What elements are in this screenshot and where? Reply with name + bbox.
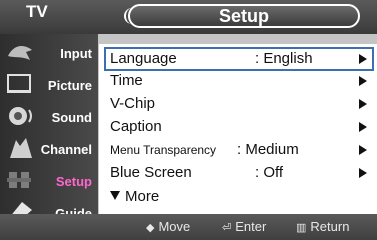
hint-enter-label: Enter xyxy=(235,219,267,234)
menu-item-value: : Medium xyxy=(237,141,299,158)
arrow-right-icon xyxy=(359,54,367,64)
arrow-right-icon xyxy=(359,145,367,155)
bottom-hint-bar: ◆ Move ⏎ Enter ▥ Return xyxy=(0,214,377,240)
arrow-down-icon xyxy=(110,191,120,200)
sound-icon xyxy=(6,104,34,128)
sidebar-item-setup[interactable]: Setup xyxy=(0,166,98,196)
more-label: More xyxy=(125,188,160,205)
menu-item-label: V-Chip xyxy=(110,95,156,112)
sidebar-item-label: Picture xyxy=(47,78,92,93)
menu-item-blue-screen[interactable]: Blue Screen : Off xyxy=(105,162,373,184)
more-item[interactable]: More xyxy=(110,188,159,205)
channel-icon xyxy=(6,136,34,160)
menu-item-label: Caption xyxy=(110,118,162,135)
arrow-right-icon xyxy=(359,76,367,86)
hint-return-label: Return xyxy=(310,219,350,234)
menu-item-v-chip[interactable]: V-Chip xyxy=(105,93,373,115)
arrow-right-icon xyxy=(359,122,367,132)
sidebar-item-channel[interactable]: Channel xyxy=(0,134,98,164)
menu-item-label: Language xyxy=(110,50,177,67)
menu-item-label: Blue Screen xyxy=(110,164,192,181)
sidebar-item-picture[interactable]: Picture xyxy=(0,70,98,100)
picture-icon xyxy=(6,72,34,96)
menu-item-caption[interactable]: Caption xyxy=(105,116,373,138)
setup-icon xyxy=(6,168,34,192)
setup-menu-panel: Language : English Time V-Chip Caption M… xyxy=(99,44,377,224)
arrow-right-icon xyxy=(359,168,367,178)
input-icon xyxy=(6,40,34,64)
tv-menu-screen: TV Setup Input Picture Sound Channel Set… xyxy=(0,0,377,240)
menu-item-language[interactable]: Language : English xyxy=(104,47,374,71)
sidebar-item-label: Input xyxy=(60,46,92,61)
sidebar-item-label: Setup xyxy=(55,174,92,189)
arrow-right-icon xyxy=(359,99,367,109)
sidebar-item-label: Sound xyxy=(51,110,92,125)
hint-move: ◆ Move xyxy=(146,219,190,234)
hint-move-label: Move xyxy=(158,219,191,234)
return-icon: ▥ xyxy=(296,222,307,234)
menu-item-value: : English xyxy=(255,50,313,67)
menu-title: Setup xyxy=(124,4,360,28)
enter-icon: ⏎ xyxy=(222,222,232,234)
menu-item-label: Menu Transparency xyxy=(110,143,217,157)
hint-enter: ⏎ Enter xyxy=(222,219,266,234)
sidebar-item-label: Channel xyxy=(40,142,92,157)
menu-item-label: Time xyxy=(110,72,143,89)
sidebar-item-sound[interactable]: Sound xyxy=(0,102,98,132)
hint-return: ▥ Return xyxy=(296,219,349,234)
top-bar: TV Setup xyxy=(0,0,377,34)
updown-arrows-icon: ◆ xyxy=(146,222,155,234)
menu-item-value: : Off xyxy=(255,164,284,181)
sidebar: Input Picture Sound Channel Setup xyxy=(0,34,98,224)
menu-item-time[interactable]: Time xyxy=(105,70,373,92)
sidebar-item-input[interactable]: Input xyxy=(0,38,98,68)
tv-label: TV xyxy=(26,2,48,21)
menu-item-menu-transparency[interactable]: Menu Transparency : Medium xyxy=(105,139,373,161)
